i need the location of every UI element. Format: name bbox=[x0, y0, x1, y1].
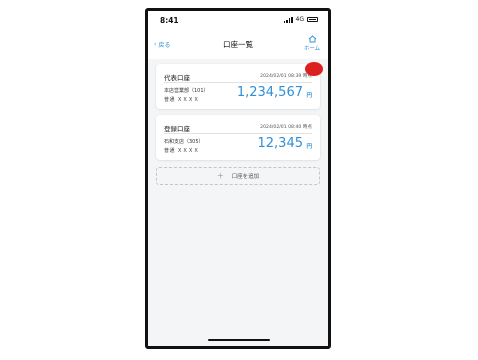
account-type: 登録口座 bbox=[164, 125, 190, 133]
balance-amount: 12,345 bbox=[257, 136, 304, 151]
network-label: 4G bbox=[295, 16, 304, 23]
red-marker bbox=[305, 62, 323, 76]
add-account-button[interactable]: ＋ 口座を追加 bbox=[156, 167, 320, 185]
balance-timestamp: 2024/02/01 08:40 時点 bbox=[260, 125, 312, 130]
signal-icon bbox=[283, 16, 293, 23]
home-label: ホーム bbox=[303, 46, 321, 52]
home-button[interactable]: ホーム bbox=[302, 35, 322, 52]
balance-amount: 1,234,567 bbox=[236, 85, 303, 100]
card-divider bbox=[164, 82, 312, 83]
add-account-label: 口座を追加 bbox=[231, 174, 260, 180]
account-number: 普通 ＸＸＸＸ bbox=[164, 97, 200, 103]
account-type: 代表口座 bbox=[164, 74, 190, 82]
currency-unit: 円 bbox=[306, 93, 312, 99]
navigation-bar: ‹ 戻る 口座一覧 ホーム bbox=[148, 29, 328, 59]
status-indicators: 4G bbox=[283, 16, 318, 23]
branch-name: 石和支店（305） bbox=[164, 139, 204, 145]
home-icon bbox=[308, 35, 316, 43]
battery-icon bbox=[307, 17, 318, 22]
status-bar: 8:41 4G bbox=[148, 11, 328, 29]
currency-unit: 円 bbox=[306, 144, 312, 150]
card-divider bbox=[164, 133, 312, 134]
plus-icon: ＋ bbox=[216, 172, 224, 180]
phone-screen: 8:41 4G ‹ 戻る 口座一覧 ホーム 代表口座 2024/02/01 08… bbox=[145, 8, 331, 349]
account-card[interactable]: 代表口座 2024/02/01 08:39 時点 本店営業部（101） 普通 Ｘ… bbox=[156, 64, 320, 109]
branch-name: 本店営業部（101） bbox=[164, 88, 209, 94]
account-number: 普通 ＸＸＸＸ bbox=[164, 148, 200, 154]
account-card[interactable]: 登録口座 2024/02/01 08:40 時点 石和支店（305） 普通 ＸＸ… bbox=[156, 115, 320, 160]
balance-timestamp: 2024/02/01 08:39 時点 bbox=[260, 74, 312, 79]
page-title: 口座一覧 bbox=[223, 40, 253, 49]
home-indicator bbox=[208, 338, 270, 341]
status-time: 8:41 bbox=[160, 16, 179, 25]
